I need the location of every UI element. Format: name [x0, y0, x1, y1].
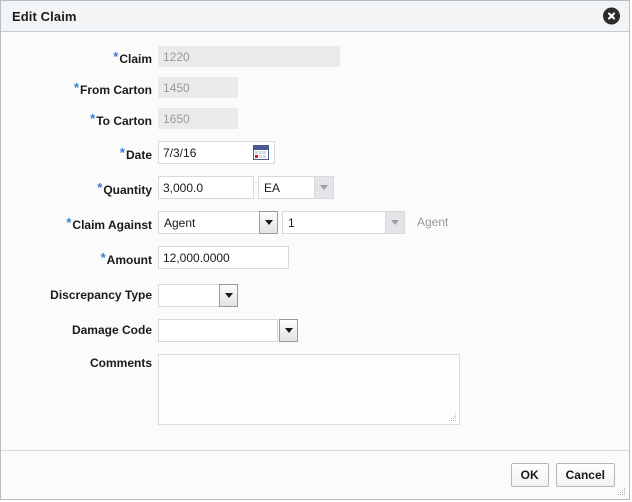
from-carton-field-cell	[158, 77, 238, 98]
comments-label: Comments	[1, 354, 158, 372]
claim-label-text: Claim	[119, 52, 152, 66]
field-row-date: *Date	[1, 141, 629, 167]
date-label: *Date	[1, 141, 158, 167]
to-carton-label: *To Carton	[1, 108, 158, 132]
discrepancy-type-label: Discrepancy Type	[1, 284, 158, 307]
claim-against-sequence-value: 1	[288, 215, 295, 230]
claim-against-sequence-select[interactable]: 1	[282, 211, 405, 234]
calendar-icon[interactable]	[253, 145, 269, 160]
field-row-amount: *Amount	[1, 246, 629, 272]
chevron-down-icon[interactable]	[314, 177, 333, 198]
to-carton-field-cell	[158, 108, 238, 129]
amount-input[interactable]	[158, 246, 289, 269]
damage-code-lov-button[interactable]	[279, 319, 298, 342]
amount-label: *Amount	[1, 246, 158, 272]
dialog-body: *Claim *From Carton *To Carton	[1, 32, 629, 450]
comments-label-text: Comments	[89, 356, 152, 370]
field-row-claim: *Claim	[1, 46, 629, 70]
comments-field-cell	[158, 354, 460, 425]
claim-against-label: *Claim Against	[1, 211, 158, 237]
damage-code-label: Damage Code	[1, 319, 158, 342]
field-row-to-carton: *To Carton	[1, 108, 629, 132]
chevron-down-icon[interactable]	[259, 211, 278, 234]
date-input-group	[158, 141, 275, 164]
required-asterisk: *	[119, 145, 125, 160]
claim-against-field-cell: Agent 1 Agent	[158, 211, 448, 234]
required-asterisk: *	[100, 250, 106, 265]
required-asterisk: *	[90, 111, 96, 126]
claim-against-description: Agent	[417, 215, 449, 229]
field-row-damage-code: Damage Code	[1, 319, 629, 342]
dialog-title: Edit Claim	[12, 8, 77, 24]
from-carton-label: *From Carton	[1, 77, 158, 101]
to-carton-input	[158, 108, 238, 129]
quantity-field-cell: EA	[158, 176, 334, 199]
date-field-cell	[158, 141, 275, 164]
dialog-titlebar: Edit Claim	[1, 1, 629, 32]
claim-input	[158, 46, 340, 67]
field-row-discrepancy-type: Discrepancy Type	[1, 284, 629, 307]
damage-code-label-text: Damage Code	[71, 323, 152, 337]
quantity-label-text: Quantity	[103, 183, 152, 197]
field-row-from-carton: *From Carton	[1, 77, 629, 101]
amount-field-cell	[158, 246, 289, 269]
field-row-quantity: *Quantity EA	[1, 176, 629, 202]
claim-against-label-text: Claim Against	[72, 218, 152, 232]
from-carton-input	[158, 77, 238, 98]
date-label-text: Date	[125, 148, 152, 162]
field-row-claim-against: *Claim Against Agent 1 Agent	[1, 211, 629, 237]
quantity-input[interactable]	[158, 176, 254, 199]
discrepancy-type-select[interactable]	[158, 284, 238, 307]
date-input[interactable]	[159, 143, 249, 162]
from-carton-label-text: From Carton	[80, 83, 152, 97]
claim-field-cell	[158, 46, 340, 67]
uom-select-value: EA	[264, 180, 281, 195]
cancel-button[interactable]: Cancel	[555, 463, 615, 487]
required-asterisk: *	[66, 215, 72, 230]
quantity-label: *Quantity	[1, 176, 158, 202]
close-icon[interactable]	[603, 7, 620, 25]
comments-textarea[interactable]	[158, 354, 460, 425]
required-asterisk: *	[113, 49, 119, 64]
ok-button[interactable]: OK	[510, 463, 549, 487]
discrepancy-type-label-text: Discrepancy Type	[50, 288, 152, 302]
claim-label: *Claim	[1, 46, 158, 70]
required-asterisk: *	[73, 80, 79, 95]
edit-claim-dialog: Edit Claim *Claim *From Carton	[0, 0, 630, 500]
damage-code-field-cell	[158, 319, 298, 342]
required-asterisk: *	[97, 180, 103, 195]
discrepancy-type-field-cell	[158, 284, 238, 307]
uom-select[interactable]: EA	[258, 176, 334, 199]
dialog-footer: OK Cancel	[1, 450, 629, 499]
field-row-comments: Comments	[1, 354, 629, 425]
damage-code-input[interactable]	[158, 319, 278, 342]
claim-against-select[interactable]: Agent	[158, 211, 278, 234]
discrepancy-type-select-value	[159, 285, 219, 306]
to-carton-label-text: To Carton	[96, 114, 152, 128]
amount-label-text: Amount	[106, 253, 152, 267]
claim-against-select-value: Agent	[164, 215, 196, 230]
chevron-down-icon[interactable]	[219, 284, 238, 307]
chevron-down-icon[interactable]	[385, 212, 404, 233]
